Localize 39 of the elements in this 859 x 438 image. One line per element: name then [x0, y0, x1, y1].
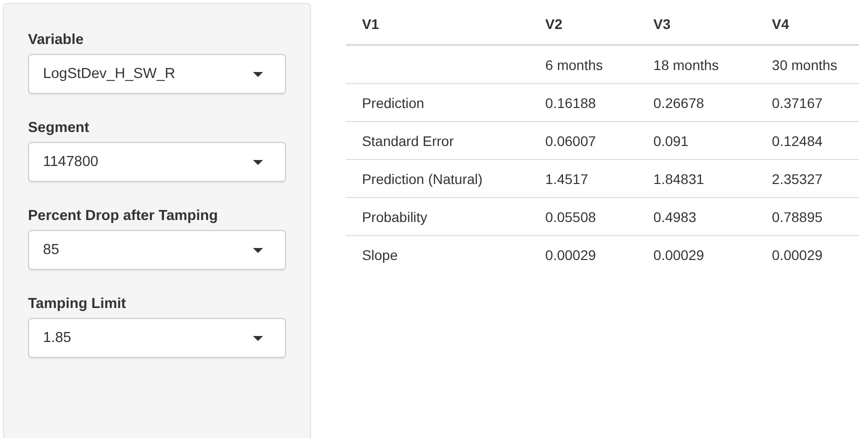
dropdown[interactable]: LogStDev_H_SW_R [28, 54, 286, 94]
table-cell: 0.12484 [772, 132, 823, 148]
table-cell: Standard Error [362, 132, 454, 148]
caret-icon [252, 248, 263, 252]
table-cell: 0.091 [653, 132, 688, 148]
table-cell: Prediction (Natural) [362, 170, 483, 186]
caret-icon [252, 160, 263, 164]
table-cell: 0.26678 [653, 94, 704, 110]
table-cell: 0.05508 [545, 208, 596, 224]
table-cell: 18 months [653, 56, 719, 72]
field-label: Tamping Limit [28, 296, 128, 312]
table-cell: 0.00029 [772, 246, 823, 262]
table-cell: 0.16188 [545, 94, 596, 110]
caret-icon [252, 72, 263, 76]
table-cell: 0.06007 [545, 132, 596, 148]
table-cell: 6 months [545, 56, 603, 72]
table-cell: 2.35327 [772, 170, 823, 186]
column-header: V4 [772, 16, 790, 32]
dropdown[interactable]: 1147800 [28, 142, 286, 182]
table-cell: 0.37167 [772, 94, 823, 110]
column-header: V2 [545, 16, 562, 32]
table-cell: Slope [362, 246, 398, 262]
table-cell: 30 months [772, 56, 838, 72]
table-cell: 0.4983 [653, 208, 696, 224]
field-label: Segment [28, 120, 90, 136]
table-cell: Prediction [362, 94, 424, 110]
column-header: V1 [362, 16, 380, 32]
table-cell: Probability [362, 208, 428, 224]
table-cell: 1.4517 [545, 170, 588, 186]
dropdown[interactable]: 1.85 [28, 318, 286, 358]
dropdown[interactable]: 85 [28, 230, 286, 270]
field-label: Variable [28, 32, 85, 48]
table-cell: 0.00029 [545, 246, 596, 262]
field-label: Percent Drop after Tamping [28, 208, 219, 224]
column-header: V3 [653, 16, 671, 32]
table-cell: 0.78895 [772, 208, 823, 224]
table-cell: 1.84831 [653, 170, 704, 186]
caret-icon [252, 336, 263, 340]
table-cell: 0.00029 [653, 246, 704, 262]
